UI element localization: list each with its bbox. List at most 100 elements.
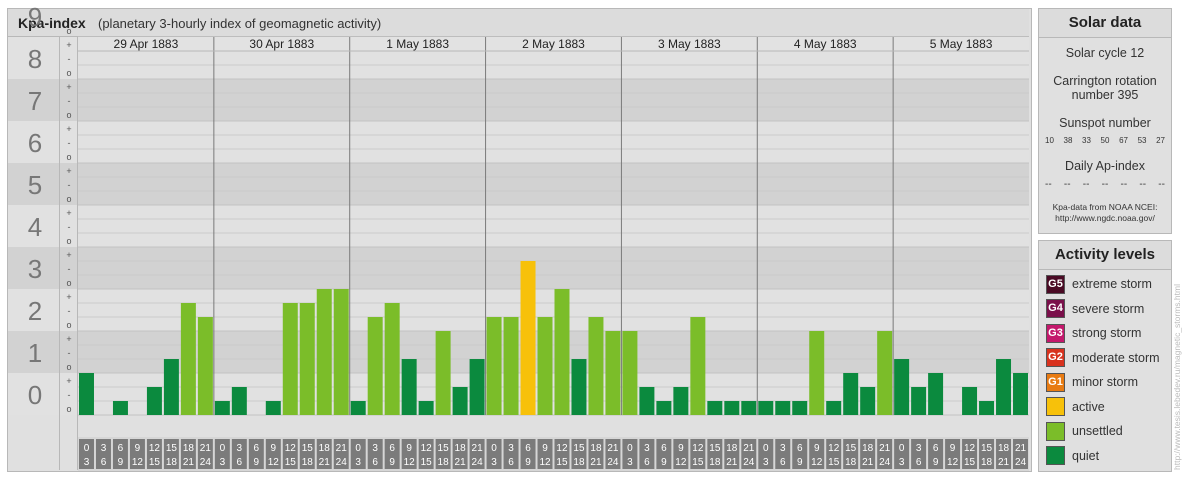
y-tick-label: 6 — [28, 128, 42, 158]
interval-end-label: 15 — [692, 457, 704, 468]
interval-end-label: 18 — [573, 457, 585, 468]
activity-level-unsettled: unsettled — [1046, 421, 1123, 441]
interval-start-label: 12 — [556, 443, 568, 454]
interval-end-label: 3 — [220, 457, 226, 468]
kp-bar — [452, 386, 468, 415]
y-minor-tick-label: + — [66, 250, 71, 260]
interval-start-label: 21 — [200, 443, 212, 454]
y-minor-tick-label: + — [66, 208, 71, 218]
y-minor-tick-label: + — [66, 292, 71, 302]
activity-level-label: severe storm — [1072, 301, 1145, 316]
activity-level-minor-storm: G1 minor storm — [1046, 372, 1138, 392]
kp-bar — [673, 386, 689, 415]
kp-bar — [928, 373, 944, 415]
interval-end-label: 24 — [879, 457, 891, 468]
interval-end-label: 12 — [675, 457, 687, 468]
interval-end-label: 9 — [118, 457, 124, 468]
interval-end-label: 21 — [862, 457, 874, 468]
interval-start-label: 21 — [472, 443, 484, 454]
interval-start-label: 6 — [797, 443, 803, 454]
y-minor-tick-label: - — [68, 96, 71, 106]
kp-bar — [214, 401, 230, 415]
y-tick-label: 8 — [28, 44, 42, 74]
kp-bar — [843, 373, 859, 415]
interval-end-label: 6 — [780, 457, 786, 468]
interval-start-label: 21 — [743, 443, 755, 454]
interval-end-label: 9 — [525, 457, 531, 468]
sunspot-value: 38 — [1063, 136, 1073, 145]
y-minor-tick-label: + — [66, 82, 71, 92]
interval-start-label: 6 — [389, 443, 395, 454]
y-minor-tick-label: o — [66, 236, 71, 246]
interval-end-label: 12 — [947, 457, 959, 468]
kp-bar — [367, 317, 383, 415]
kp-bar — [282, 302, 298, 415]
interval-start-label: 15 — [573, 443, 585, 454]
interval-start-label: 9 — [406, 443, 412, 454]
kp-bar — [826, 401, 842, 415]
y-minor-tick-label: + — [66, 166, 71, 176]
y-minor-tick-label: o — [66, 26, 71, 36]
interval-start-label: 12 — [285, 443, 297, 454]
activity-level-label: strong storm — [1072, 326, 1142, 340]
interval-end-label: 3 — [899, 457, 905, 468]
interval-start-label: 3 — [508, 443, 514, 454]
kp-bar — [299, 302, 315, 415]
interval-end-label: 18 — [981, 457, 993, 468]
interval-end-label: 24 — [607, 457, 619, 468]
interval-end-label: 21 — [455, 457, 467, 468]
interval-end-label: 9 — [254, 457, 260, 468]
interval-end-label: 6 — [916, 457, 922, 468]
interval-end-label: 12 — [268, 457, 280, 468]
interval-end-label: 6 — [237, 457, 243, 468]
kp-band — [8, 163, 1029, 205]
day-label: 29 Apr 1883 — [114, 37, 179, 51]
interval-end-label: 15 — [421, 457, 433, 468]
ap-index-label: Daily Ap-index — [1065, 159, 1145, 173]
interval-start-label: 21 — [336, 443, 348, 454]
y-minor-tick-label: o — [66, 362, 71, 372]
ap-index-values: -- -- -- -- -- -- -- — [1039, 179, 1171, 190]
activity-level-severe-storm: G4 severe storm — [1046, 299, 1144, 319]
interval-start-label: 18 — [998, 443, 1010, 454]
interval-end-label: 9 — [933, 457, 939, 468]
interval-start-label: 9 — [271, 443, 277, 454]
kp-band — [8, 79, 1029, 121]
kp-bar — [197, 317, 213, 415]
interval-start-label: 15 — [166, 443, 178, 454]
y-minor-tick-label: o — [66, 278, 71, 288]
kp-bar — [265, 401, 281, 415]
interval-start-label: 0 — [627, 443, 633, 454]
interval-start-label: 12 — [692, 443, 704, 454]
kp-bar-chart: 0123456789o-+o-+o-+o-+o-+o-+o-+o-+o-+o29… — [8, 2, 1029, 471]
interval-end-label: 9 — [389, 457, 395, 468]
kp-bar — [690, 317, 706, 415]
ap-index-value: -- — [1120, 179, 1128, 190]
interval-start-label: 0 — [220, 443, 226, 454]
activity-level-label: extreme storm — [1072, 277, 1152, 291]
day-label: 4 May 1883 — [794, 37, 857, 51]
y-tick-label: 7 — [28, 86, 42, 116]
interval-end-label: 24 — [1015, 457, 1027, 468]
kp-bar — [792, 401, 808, 415]
ap-index-value: -- — [1063, 179, 1071, 190]
interval-end-label: 21 — [590, 457, 602, 468]
sunspot-label: Sunspot number — [1059, 116, 1151, 130]
interval-start-label: 6 — [525, 443, 531, 454]
interval-end-label: 15 — [149, 457, 161, 468]
activity-level-swatch: G5 — [1046, 274, 1065, 294]
kp-bar — [520, 260, 536, 415]
data-source-line2: http://www.ngdc.noaa.gov/ — [1055, 213, 1155, 223]
activity-level-swatch — [1046, 397, 1065, 416]
kp-bar — [554, 289, 570, 415]
kp-bar — [112, 401, 128, 415]
day-label: 30 Apr 1883 — [249, 37, 314, 51]
y-minor-tick-label: - — [68, 390, 71, 400]
kp-bar — [877, 331, 893, 415]
kp-band — [8, 205, 1029, 247]
interval-end-label: 6 — [644, 457, 650, 468]
kp-bar — [724, 401, 740, 415]
interval-end-label: 18 — [709, 457, 721, 468]
source-watermark: http://www.tesis.lebedev.ru/magnetic_sto… — [1172, 284, 1182, 470]
kp-bar — [316, 289, 332, 415]
